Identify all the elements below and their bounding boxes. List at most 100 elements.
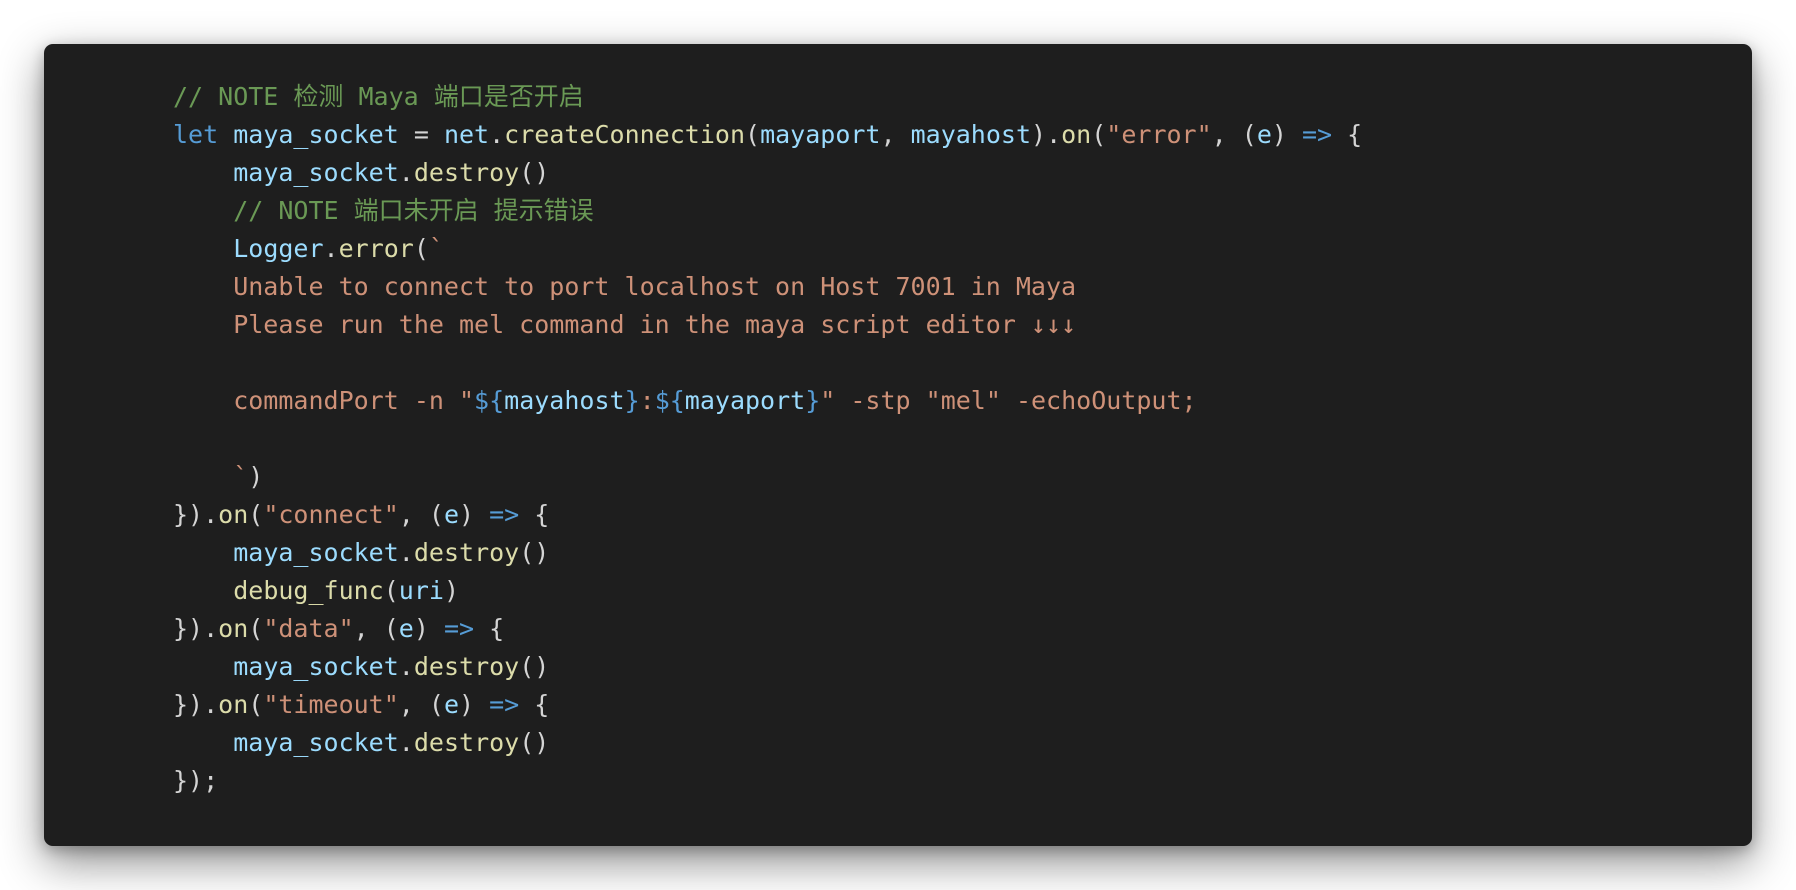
code-token-default: () — [519, 652, 550, 681]
code-token-default: , ( — [353, 614, 399, 643]
code-token-string: Please run the mel command in the maya s… — [173, 310, 1077, 339]
code-token-keyword: => — [443, 614, 475, 643]
code-token-default: ( — [248, 614, 264, 643]
code-token-default: , — [880, 120, 911, 149]
code-token-variable: e — [443, 690, 460, 719]
code-token-default: . — [398, 728, 414, 757]
code-token-default: }); — [173, 766, 219, 795]
code-line: }).on("timeout", (e) => { — [173, 686, 1362, 724]
code-token-default: ) — [248, 462, 264, 491]
code-token-keyword: ${ — [654, 386, 685, 415]
code-token-variable: maya_socket — [233, 158, 399, 187]
code-token-default — [173, 652, 233, 681]
code-token-variable: Logger — [233, 234, 324, 263]
code-token-default: () — [519, 538, 550, 567]
code-token-default: ) — [459, 690, 490, 719]
screenshot-stage: // NOTE 检测 Maya 端口是否开启 let maya_socket = … — [0, 0, 1796, 890]
code-token-function: createConnection — [504, 120, 745, 149]
code-token-variable: mayahost — [910, 120, 1032, 149]
code-token-variable: uri — [398, 576, 444, 605]
code-token-default: , ( — [398, 690, 444, 719]
code-line: maya_socket.destroy() — [173, 534, 1362, 572]
code-line: }); — [173, 762, 1362, 800]
code-token-default: ( — [248, 500, 264, 529]
code-token-variable: e — [443, 500, 460, 529]
code-token-default: () — [519, 728, 550, 757]
code-token-variable: maya_socket — [233, 120, 399, 149]
code-token-default: }). — [173, 614, 219, 643]
code-token-keyword: => — [489, 500, 520, 529]
code-token-string: "error" — [1106, 120, 1212, 149]
code-token-comment: // NOTE 检测 Maya 端口是否开启 — [173, 82, 584, 111]
code-token-default: ) — [413, 614, 444, 643]
code-line: // NOTE 检测 Maya 端口是否开启 — [173, 78, 1362, 116]
code-token-default: ) — [443, 576, 460, 605]
code-line: commandPort -n "${mayahost}:${mayaport}"… — [173, 382, 1362, 420]
code-token-string: commandPort -n " — [173, 386, 475, 415]
code-token-variable: mayaport — [684, 386, 806, 415]
code-token-default: { — [519, 500, 550, 529]
code-line: `) — [173, 458, 1362, 496]
code-token-keyword: } — [805, 386, 821, 415]
code-token-default: ) — [1271, 120, 1302, 149]
code-token-default: () — [519, 158, 550, 187]
code-token-variable: net — [443, 120, 490, 149]
code-token-default: ( — [413, 234, 429, 263]
code-token-default — [173, 158, 233, 187]
code-token-default: ( — [383, 576, 399, 605]
code-token-keyword: ${ — [474, 386, 505, 415]
code-token-variable: e — [1256, 120, 1272, 149]
code-token-keyword: => — [1301, 120, 1333, 149]
code-line: maya_socket.destroy() — [173, 724, 1362, 762]
code-token-variable: e — [398, 614, 414, 643]
code-token-default: = — [398, 120, 444, 149]
code-token-default: }). — [173, 690, 219, 719]
code-token-default — [173, 538, 233, 567]
code-line: let maya_socket = net.createConnection(m… — [173, 116, 1362, 154]
code-token-default — [218, 120, 233, 149]
code-token-function: destroy — [413, 158, 520, 187]
code-line: }).on("connect", (e) => { — [173, 496, 1362, 534]
code-token-function: on — [218, 690, 249, 719]
code-token-default: . — [323, 234, 339, 263]
code-line: Logger.error(` — [173, 230, 1362, 268]
code-token-function: on — [1061, 120, 1092, 149]
code-token-default: . — [489, 120, 505, 149]
code-token-default: , ( — [398, 500, 444, 529]
code-token-default: }). — [173, 500, 219, 529]
code-token-function: destroy — [413, 652, 520, 681]
code-token-string: : — [639, 386, 655, 415]
code-token-default: ) — [459, 500, 490, 529]
code-token-default: ). — [1031, 120, 1062, 149]
code-token-keyword: let — [173, 120, 219, 149]
code-token-string: "connect" — [263, 500, 399, 529]
code-token-function: on — [218, 614, 249, 643]
code-block[interactable]: // NOTE 检测 Maya 端口是否开启 let maya_socket = … — [173, 78, 1362, 800]
code-token-default: ( — [1091, 120, 1107, 149]
code-token-variable: maya_socket — [233, 652, 399, 681]
code-line: }).on("data", (e) => { — [173, 610, 1362, 648]
code-token-string: ` — [428, 234, 444, 263]
code-token-default — [173, 576, 233, 605]
code-token-default: . — [398, 538, 414, 567]
code-token-default: ( — [745, 120, 761, 149]
code-token-function: debug_func — [233, 576, 384, 605]
code-line: Please run the mel command in the maya s… — [173, 306, 1362, 344]
code-token-default — [173, 728, 233, 757]
code-token-default: ( — [248, 690, 264, 719]
code-token-function: error — [338, 234, 414, 263]
code-token-variable: mayaport — [760, 120, 881, 149]
code-token-function: destroy — [413, 728, 520, 757]
code-token-string: " -stp "mel" -echoOutput; — [820, 386, 1197, 415]
code-token-function: on — [218, 500, 249, 529]
code-token-string: Unable to connect to port localhost on H… — [173, 272, 1077, 301]
code-token-default: { — [474, 614, 505, 643]
code-token-comment: // NOTE 端口未开启 提示错误 — [233, 196, 594, 225]
code-token-default: . — [398, 652, 414, 681]
code-line: debug_func(uri) — [173, 572, 1362, 610]
code-token-variable: mayahost — [504, 386, 625, 415]
code-token-default — [173, 234, 233, 263]
code-line: maya_socket.destroy() — [173, 648, 1362, 686]
